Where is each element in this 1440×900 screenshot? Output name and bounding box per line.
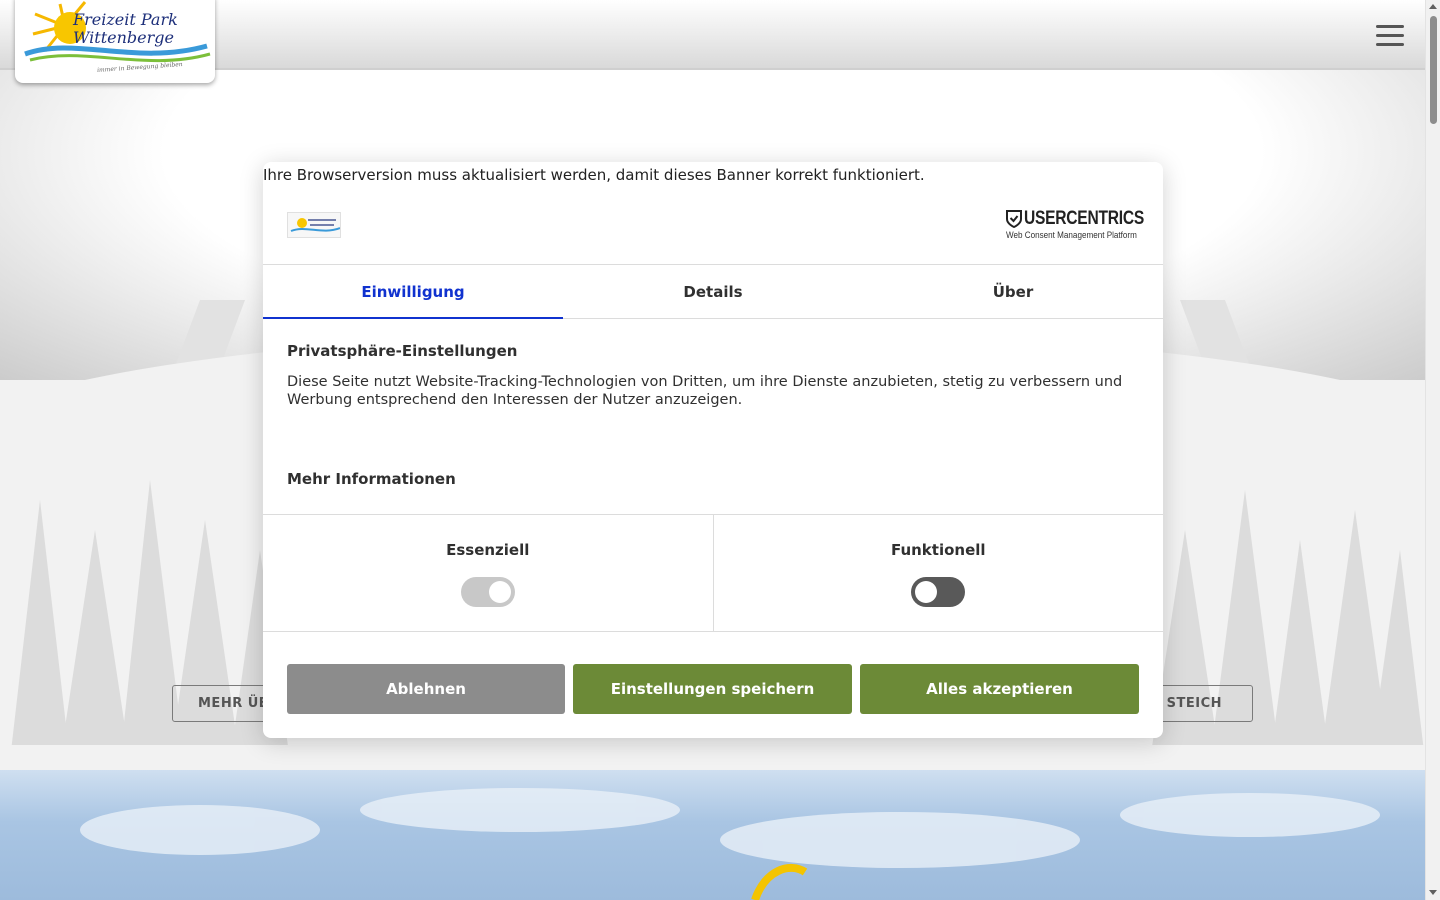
category-label: Funktionell	[890, 541, 986, 559]
consent-categories: Essenziell Funktionell	[263, 514, 1163, 632]
deny-button[interactable]: Ablehnen	[287, 664, 565, 714]
tab-details[interactable]: Details	[563, 265, 863, 318]
usercentrics-subtitle: Web Consent Management Platform	[1006, 230, 1137, 240]
tab-einwilligung[interactable]: Einwilligung	[263, 265, 563, 319]
consent-dialog: Ihre Browserversion muss aktualisiert we…	[263, 162, 1163, 738]
save-settings-button[interactable]: Einstellungen speichern	[573, 664, 852, 714]
dialog-site-logo	[287, 212, 341, 238]
usercentrics-name: USERCENTRICS	[1024, 208, 1144, 229]
privacy-description: Diese Seite nutzt Website-Tracking-Techn…	[287, 374, 1123, 408]
page-scrollbar[interactable]	[1425, 0, 1440, 900]
more-info-link[interactable]: Mehr Informationen	[287, 470, 456, 488]
category-essential: Essenziell	[263, 515, 713, 631]
scroll-up-arrow-icon[interactable]	[1429, 4, 1437, 9]
functional-toggle[interactable]	[911, 577, 966, 607]
category-functional: Funktionell	[712, 515, 1164, 631]
usercentrics-shield-icon	[1006, 210, 1022, 228]
category-label: Essenziell	[446, 541, 530, 559]
essential-toggle	[460, 577, 515, 607]
scrollbar-thumb[interactable]	[1430, 16, 1437, 124]
sun-logo-icon	[290, 218, 340, 232]
tab-ueber[interactable]: Über	[863, 265, 1163, 318]
privacy-settings-title: Privatsphäre-Einstellungen	[287, 342, 518, 360]
scroll-down-arrow-icon[interactable]	[1429, 890, 1437, 895]
usercentrics-branding: USERCENTRICS Web Consent Management Plat…	[1006, 208, 1144, 240]
browser-warning-text: Ihre Browserversion muss aktualisiert we…	[263, 166, 925, 184]
consent-tabs: Einwilligung Details Über	[263, 264, 1163, 319]
accept-all-button[interactable]: Alles akzeptieren	[860, 664, 1139, 714]
